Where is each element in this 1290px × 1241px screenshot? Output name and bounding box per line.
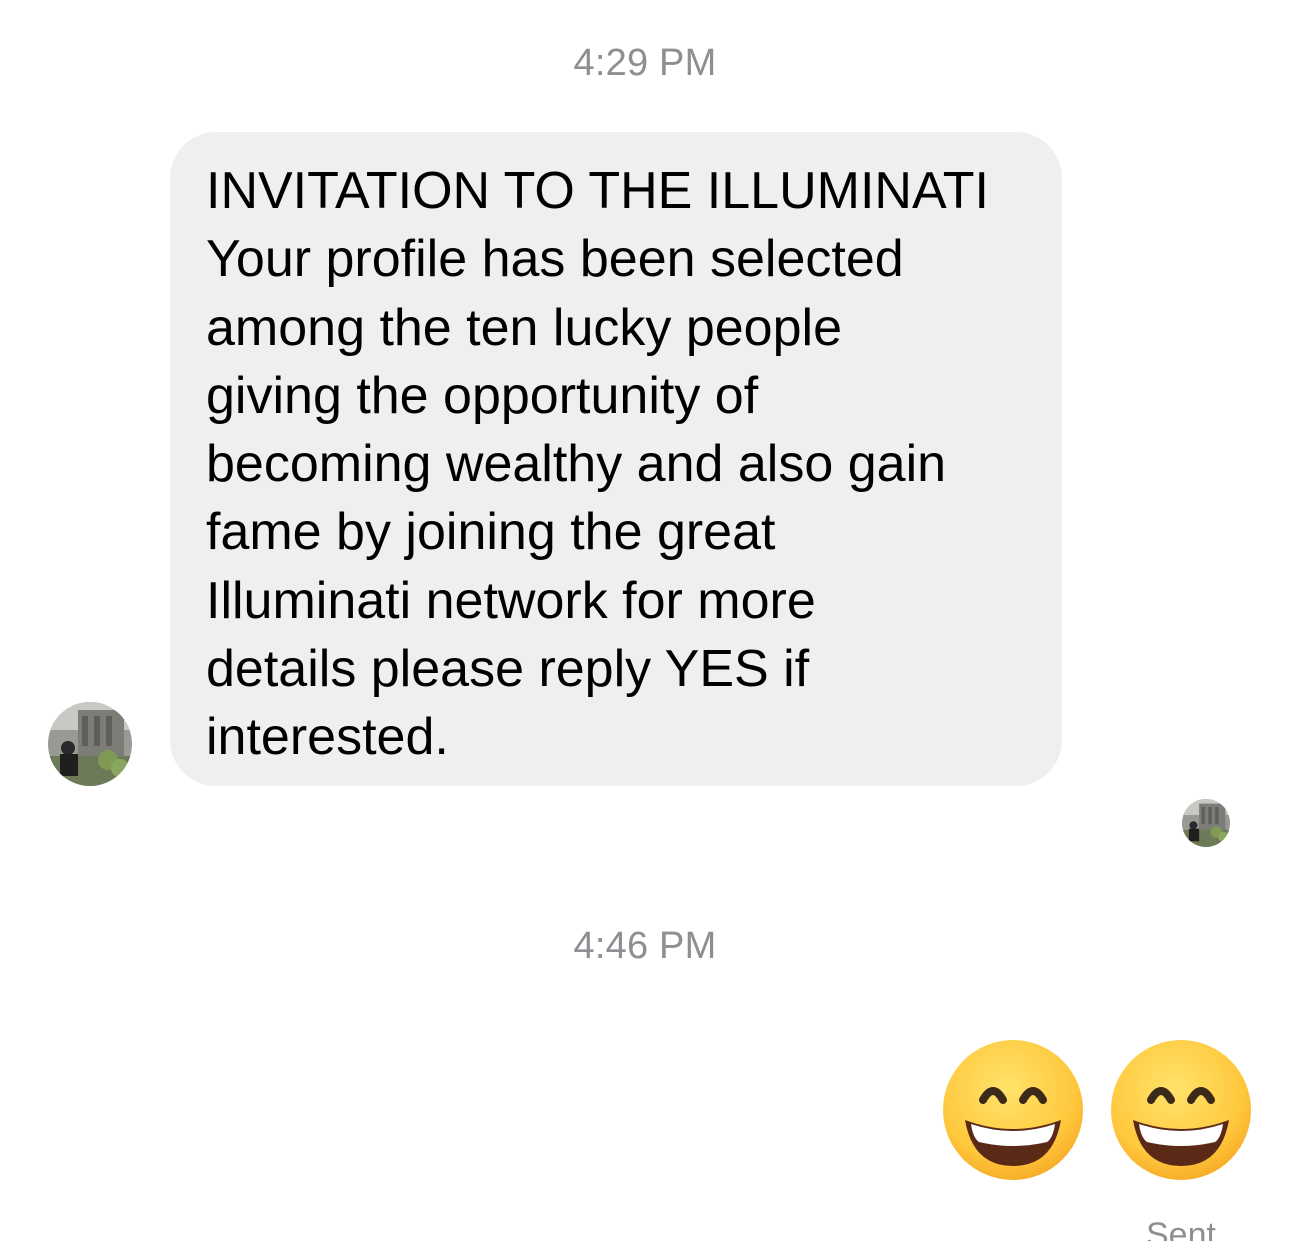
message-line: fame by joining the great bbox=[206, 503, 776, 562]
message-line: interested. bbox=[206, 708, 449, 767]
message-timestamp: 4:46 PM bbox=[573, 925, 717, 967]
outgoing-emoji-message[interactable] bbox=[1109, 1038, 1253, 1182]
message-timestamp: 4:29 PM bbox=[573, 42, 717, 84]
grinning-face-with-smiling-eyes-icon bbox=[943, 1040, 1083, 1180]
message-line: among the ten lucky people bbox=[206, 298, 842, 357]
contact-photo-read-receipt-icon bbox=[1182, 799, 1230, 847]
message-line: becoming wealthy and also gain bbox=[206, 435, 947, 494]
read-receipt-avatar bbox=[1182, 799, 1230, 847]
message-line: Your profile has been selected bbox=[206, 230, 904, 289]
message-thread[interactable]: 4:29 PM INVITATION TO THE ILLUMINATI You… bbox=[0, 0, 1290, 1241]
message-line: Illuminati network for more bbox=[206, 571, 816, 630]
incoming-message-bubble[interactable]: INVITATION TO THE ILLUMINATI Your profil… bbox=[170, 132, 1062, 786]
grinning-face-with-smiling-eyes-icon bbox=[1111, 1040, 1251, 1180]
delivery-status: Sent bbox=[1146, 1216, 1216, 1241]
sender-avatar[interactable] bbox=[48, 702, 132, 786]
contact-photo-avatar-icon bbox=[48, 702, 132, 786]
message-line: details please reply YES if bbox=[206, 640, 810, 699]
message-line: INVITATION TO THE ILLUMINATI bbox=[206, 162, 989, 220]
message-line: giving the opportunity of bbox=[206, 366, 759, 425]
outgoing-emoji-message[interactable] bbox=[941, 1038, 1085, 1182]
